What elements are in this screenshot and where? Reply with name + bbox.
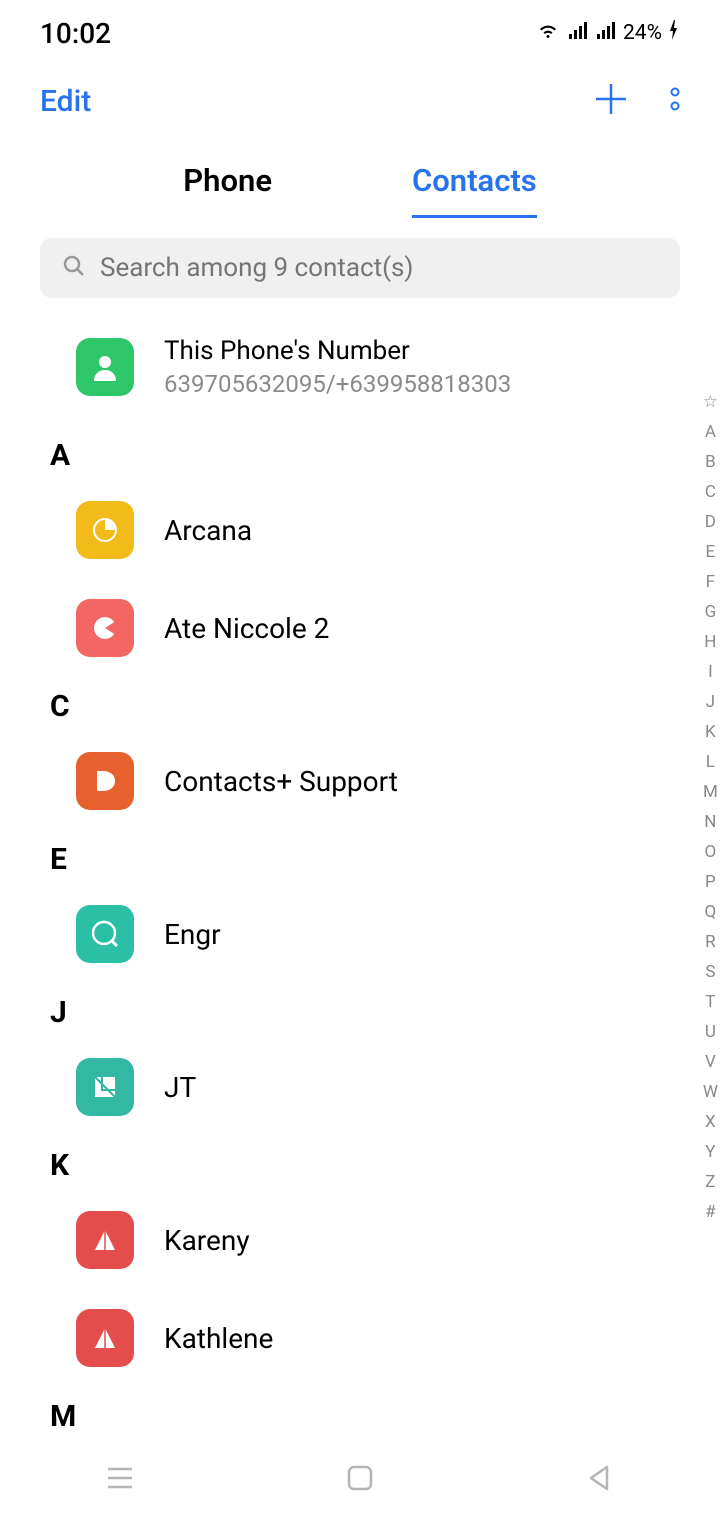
section-header: C — [40, 677, 680, 732]
status-right: 24% — [535, 20, 680, 46]
section-header: A — [40, 426, 680, 481]
contact-row[interactable]: JT — [40, 1038, 680, 1136]
header: Edit — [0, 60, 720, 152]
contact-avatar-icon — [76, 599, 134, 657]
index-letter[interactable]: V — [705, 1050, 716, 1076]
contact-avatar-icon — [76, 501, 134, 559]
contact-avatar-icon — [76, 905, 134, 963]
search-input[interactable] — [100, 253, 658, 283]
contact-name: Kareny — [164, 1224, 250, 1257]
contact-name: Arcana — [164, 514, 252, 547]
battery-text: 24% — [623, 21, 662, 45]
index-letter[interactable]: M — [703, 780, 718, 806]
contact-avatar-icon — [76, 1211, 134, 1269]
tab-phone[interactable]: Phone — [183, 162, 272, 218]
contact-name: Engr — [164, 918, 221, 951]
index-letter[interactable]: X — [705, 1110, 716, 1136]
search-bar[interactable] — [40, 238, 680, 298]
recent-apps-button[interactable] — [105, 1465, 135, 1495]
search-icon — [62, 254, 86, 282]
contact-avatar-icon — [76, 1309, 134, 1367]
contact-row[interactable]: Ate Niccole 2 — [40, 579, 680, 677]
index-letter[interactable]: A — [705, 420, 716, 446]
index-letter[interactable]: # — [705, 1200, 715, 1226]
navigation-bar — [0, 1440, 720, 1520]
contact-avatar-icon — [76, 1058, 134, 1116]
index-letter[interactable]: Q — [705, 900, 717, 926]
star-icon[interactable]: ☆ — [703, 390, 718, 416]
index-letter[interactable]: I — [708, 660, 713, 686]
index-letter[interactable]: O — [705, 840, 717, 866]
section-header: K — [40, 1136, 680, 1191]
back-button[interactable] — [585, 1463, 615, 1497]
contact-avatar-icon — [76, 752, 134, 810]
my-number-row[interactable]: This Phone's Number 639705632095/+639958… — [40, 318, 680, 426]
my-number-title: This Phone's Number — [164, 336, 511, 366]
alpha-index[interactable]: ☆ ABCDEFGHIJKLMNOPQRSTUVWXYZ # — [703, 390, 718, 1226]
status-time: 10:02 — [40, 17, 111, 50]
index-letter[interactable]: U — [705, 1020, 716, 1046]
index-letter[interactable]: W — [703, 1080, 718, 1106]
wifi-icon — [535, 20, 561, 46]
contact-name: Ate Niccole 2 — [164, 612, 329, 645]
signal-icon — [567, 20, 589, 46]
home-button[interactable] — [345, 1463, 375, 1497]
index-letter[interactable]: T — [705, 990, 715, 1016]
index-letter[interactable]: J — [706, 690, 715, 716]
contact-row[interactable]: Kareny — [40, 1191, 680, 1289]
section-header: E — [40, 830, 680, 885]
index-letter[interactable]: K — [705, 720, 716, 746]
contact-row[interactable]: Engr — [40, 885, 680, 983]
section-header: J — [40, 983, 680, 1038]
index-letter[interactable]: N — [704, 810, 716, 836]
contact-row[interactable]: Contacts+ Support — [40, 732, 680, 830]
tab-contacts[interactable]: Contacts — [412, 162, 537, 218]
edit-button[interactable]: Edit — [40, 84, 91, 119]
index-letter[interactable]: Z — [705, 1170, 715, 1196]
index-letter[interactable]: C — [705, 480, 716, 506]
my-avatar-icon — [76, 338, 134, 396]
index-letter[interactable]: S — [705, 960, 715, 986]
index-letter[interactable]: P — [705, 870, 716, 896]
charging-icon — [668, 20, 680, 46]
index-letter[interactable]: D — [705, 510, 716, 536]
contact-name: JT — [164, 1071, 196, 1104]
contact-name: Contacts+ Support — [164, 765, 398, 798]
contact-row[interactable]: Kathlene — [40, 1289, 680, 1387]
index-letter[interactable]: E — [706, 540, 716, 566]
status-bar: 10:02 24% — [0, 0, 720, 60]
index-letter[interactable]: R — [705, 930, 715, 956]
contact-row[interactable]: Arcana — [40, 481, 680, 579]
index-letter[interactable]: H — [704, 630, 716, 656]
my-number-value: 639705632095/+639958818303 — [164, 370, 511, 398]
index-letter[interactable]: Y — [705, 1140, 715, 1166]
signal-icon-2 — [595, 20, 617, 46]
section-header: M — [40, 1387, 680, 1442]
index-letter[interactable]: B — [705, 450, 716, 476]
index-letter[interactable]: F — [706, 570, 715, 596]
add-contact-button[interactable] — [592, 80, 630, 122]
more-menu-button[interactable] — [670, 84, 680, 118]
index-letter[interactable]: G — [705, 600, 717, 626]
contact-name: Kathlene — [164, 1322, 273, 1355]
index-letter[interactable]: L — [706, 750, 715, 776]
tabs: Phone Contacts — [0, 152, 720, 218]
